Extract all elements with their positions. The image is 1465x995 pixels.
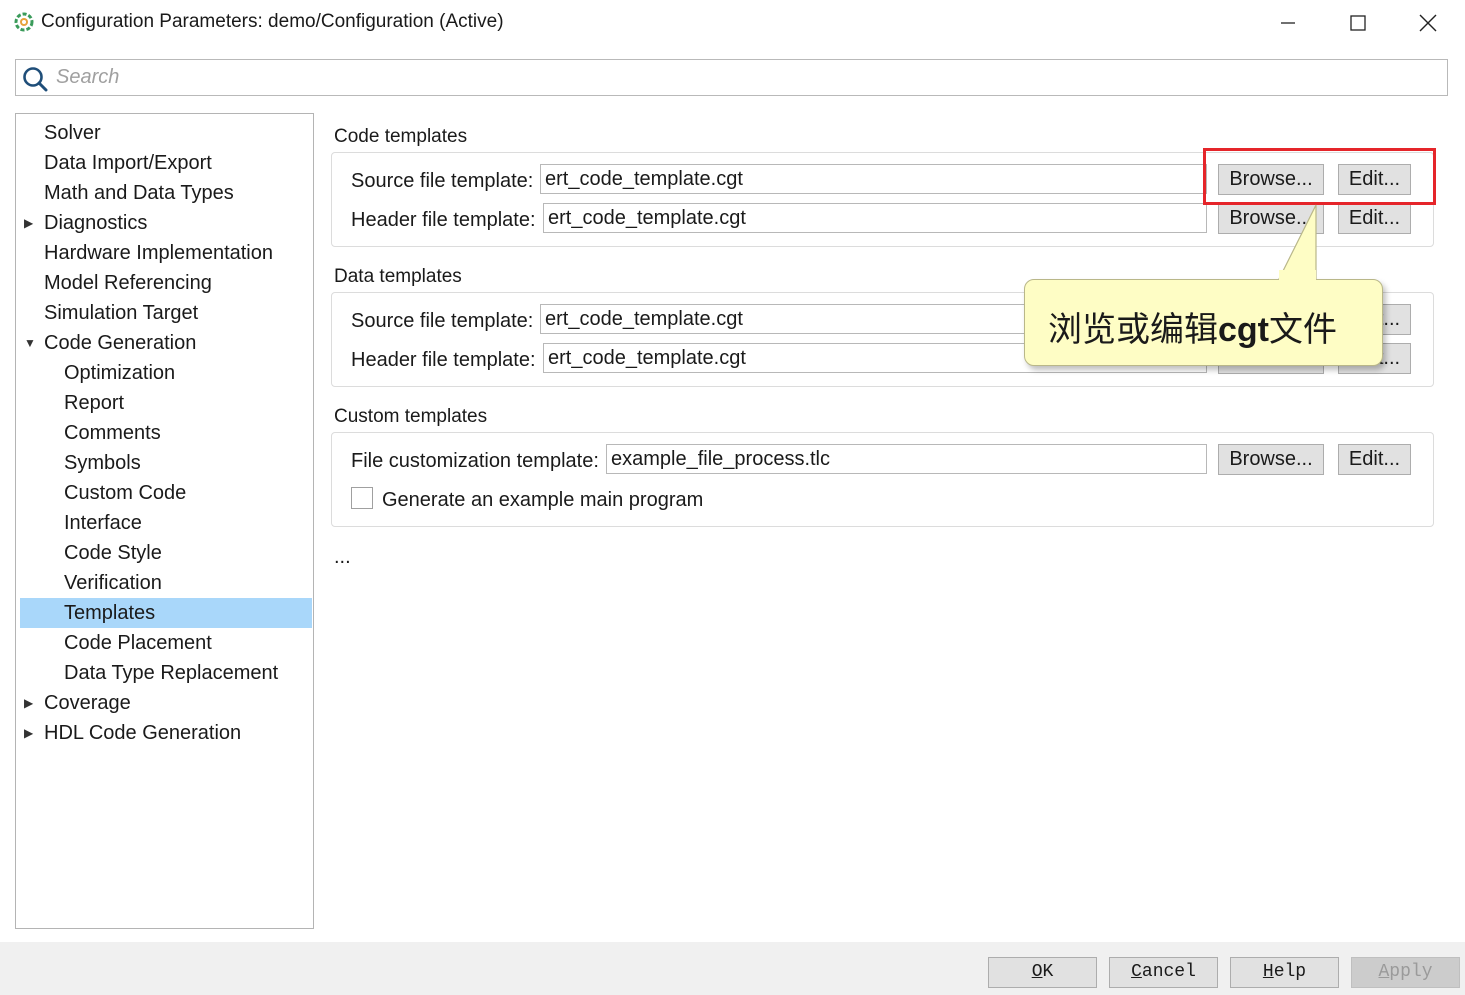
- minimize-icon: [1281, 22, 1295, 24]
- tree-item-label: Templates: [64, 602, 156, 624]
- file-customization-label: File customization template:: [351, 450, 599, 472]
- tree-item-label: Optimization: [64, 362, 176, 384]
- callout-pointer-joint: [1279, 270, 1316, 281]
- tree-item-templates[interactable]: Templates: [20, 598, 312, 628]
- tree-item-verification[interactable]: Verification: [20, 568, 312, 598]
- apply-mnemonic: A: [1378, 962, 1390, 982]
- help-button[interactable]: Help: [1230, 957, 1339, 988]
- tree-item-hardware-implementation[interactable]: Hardware Implementation: [20, 238, 312, 268]
- tree-item-label: Data Type Replacement: [64, 662, 279, 684]
- tree-item-label: Solver: [44, 122, 101, 144]
- file-customization-field[interactable]: example_file_process.tlc: [606, 444, 1207, 474]
- code-header-field[interactable]: ert_code_template.cgt: [543, 203, 1207, 233]
- code-header-edit-button[interactable]: Edit...: [1338, 203, 1411, 234]
- tree-item-label: Verification: [64, 572, 162, 594]
- tree-item-simulation-target[interactable]: Simulation Target: [20, 298, 312, 328]
- apply-label-rest: pply: [1389, 962, 1433, 982]
- cancel-label-rest: ancel: [1141, 962, 1196, 982]
- tree-item-math-and-data-types[interactable]: Math and Data Types: [20, 178, 312, 208]
- tree-item-hdl-code-generation[interactable]: ▶ HDL Code Generation: [20, 718, 312, 748]
- simulink-app-icon: [14, 12, 34, 32]
- ok-button[interactable]: OK: [988, 957, 1097, 988]
- tree-item-label: Interface: [64, 512, 142, 534]
- tree-item-comments[interactable]: Comments: [20, 418, 312, 448]
- tree-item-coverage[interactable]: ▶ Coverage: [20, 688, 312, 718]
- generate-main-label: Generate an example main program: [382, 489, 704, 511]
- file-customization-edit-button[interactable]: Edit...: [1338, 444, 1411, 475]
- maximize-button[interactable]: [1323, 0, 1393, 46]
- apply-button[interactable]: Apply: [1351, 957, 1460, 988]
- tree-item-solver[interactable]: Solver: [20, 118, 312, 148]
- data-templates-title: Data templates: [334, 266, 462, 287]
- tree-item-label: Comments: [64, 422, 161, 444]
- file-customization-browse-button[interactable]: Browse...: [1218, 444, 1324, 475]
- tree-item-label: Hardware Implementation: [44, 242, 273, 264]
- tree-item-label: Coverage: [44, 692, 131, 714]
- category-tree: Solver Data Import/Export Math and Data Ty…: [15, 113, 314, 929]
- tree-item-diagnostics[interactable]: ▶ Diagnostics: [20, 208, 312, 238]
- code-source-field[interactable]: ert_code_template.cgt: [540, 164, 1207, 194]
- help-mnemonic: H: [1262, 962, 1274, 982]
- collapsed-arrow-icon[interactable]: ▶: [24, 208, 33, 238]
- data-header-label: Header file template:: [351, 349, 536, 371]
- tree-item-label: Math and Data Types: [44, 182, 234, 204]
- tree-item-label: Simulation Target: [44, 302, 199, 324]
- tree-item-label: Symbols: [64, 452, 141, 474]
- tree-item-label: Code Generation: [44, 332, 197, 354]
- code-header-label: Header file template:: [351, 209, 536, 231]
- tree-item-data-type-replacement[interactable]: Data Type Replacement: [20, 658, 312, 688]
- ok-mnemonic: O: [1031, 962, 1043, 982]
- tree-item-data-import-export[interactable]: Data Import/Export: [20, 148, 312, 178]
- cancel-button[interactable]: Cancel: [1109, 957, 1218, 988]
- tree-item-label: Diagnostics: [44, 212, 148, 234]
- close-button[interactable]: [1393, 0, 1463, 46]
- tree-item-model-referencing[interactable]: Model Referencing: [20, 268, 312, 298]
- tree-item-code-style[interactable]: Code Style: [20, 538, 312, 568]
- tree-item-custom-code[interactable]: Custom Code: [20, 478, 312, 508]
- tree-item-report[interactable]: Report: [20, 388, 312, 418]
- close-icon: [1419, 14, 1437, 32]
- code-source-label: Source file template:: [351, 170, 534, 192]
- collapsed-arrow-icon[interactable]: ▶: [24, 718, 33, 748]
- tree-item-label: HDL Code Generation: [44, 722, 242, 744]
- tree-item-symbols[interactable]: Symbols: [20, 448, 312, 478]
- expanded-arrow-icon[interactable]: ▼: [24, 328, 36, 358]
- highlight-box: [1203, 148, 1436, 205]
- search-icon: [23, 67, 48, 92]
- window-title: Configuration Parameters: demo/Configura…: [41, 11, 504, 32]
- tree-item-label: Custom Code: [64, 482, 187, 504]
- tree-item-label: Data Import/Export: [44, 152, 212, 174]
- tree-item-code-generation[interactable]: ▼ Code Generation: [20, 328, 312, 358]
- tree-item-interface[interactable]: Interface: [20, 508, 312, 538]
- data-source-label: Source file template:: [351, 310, 534, 332]
- tree-item-label: Model Referencing: [44, 272, 212, 294]
- tree-item-label: Code Style: [64, 542, 162, 564]
- custom-templates-title: Custom templates: [334, 406, 488, 427]
- tree-item-label: Code Placement: [64, 632, 212, 654]
- callout-bold-text: cgt: [1218, 311, 1269, 349]
- more-ellipsis: ...: [334, 546, 351, 568]
- help-label-rest: elp: [1273, 962, 1307, 982]
- tree-item-optimization[interactable]: Optimization: [20, 358, 312, 388]
- tree-item-code-placement[interactable]: Code Placement: [20, 628, 312, 658]
- generate-main-checkbox[interactable]: [351, 487, 373, 509]
- maximize-icon: [1350, 15, 1366, 31]
- tree-item-label: Report: [64, 392, 125, 414]
- collapsed-arrow-icon[interactable]: ▶: [24, 688, 33, 718]
- cancel-mnemonic: C: [1131, 962, 1142, 982]
- minimize-button[interactable]: [1253, 0, 1323, 46]
- search-input[interactable]: [56, 64, 1436, 90]
- callout-text: 浏览或编辑cgt文件: [1048, 310, 1337, 350]
- code-templates-title: Code templates: [334, 126, 468, 147]
- ok-label-rest: K: [1042, 962, 1054, 982]
